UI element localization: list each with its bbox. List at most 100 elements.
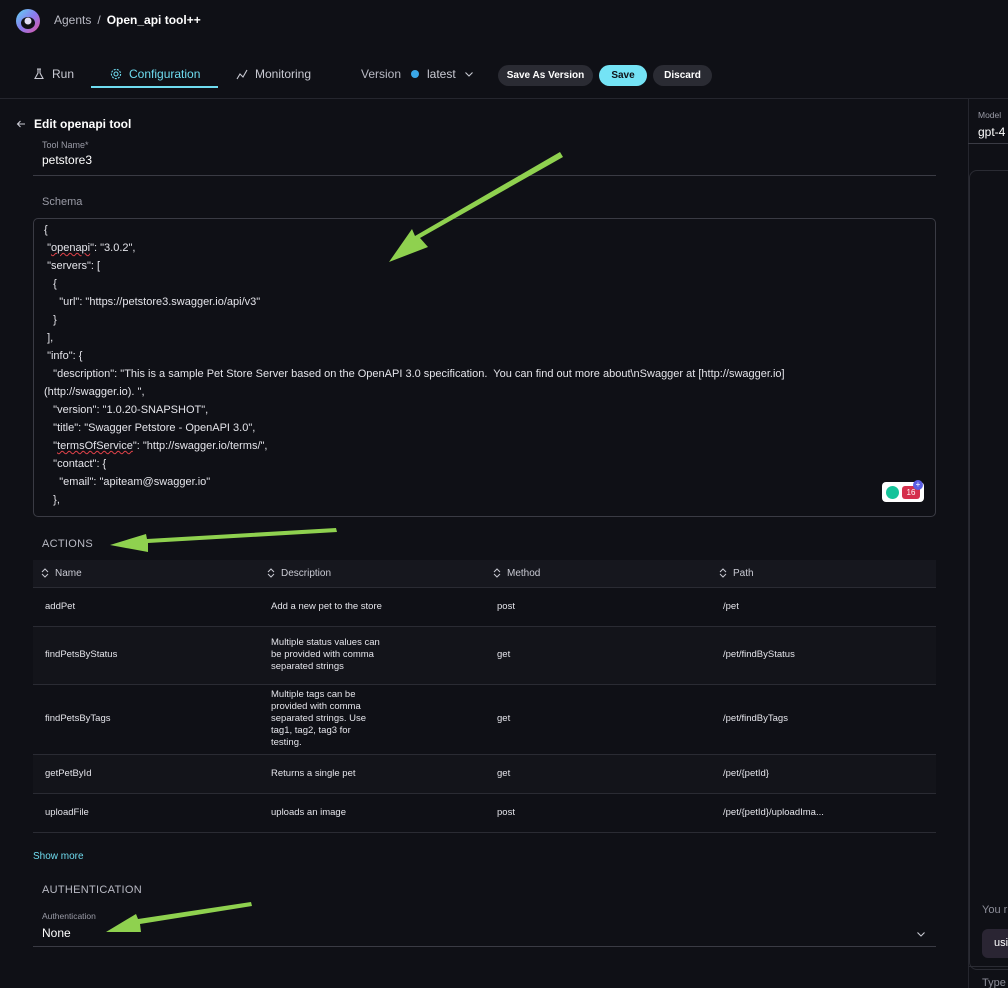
breadcrumb-separator: /: [97, 13, 101, 27]
sort-icon: [41, 568, 49, 578]
suggestion-chip[interactable]: usi: [982, 929, 1008, 958]
action-path: /pet/{petId}/uploadIma...: [711, 793, 936, 833]
table-header-row: Name Description Method Path: [33, 560, 936, 588]
action-description: uploads an image: [271, 806, 346, 818]
column-header-method-label: Method: [507, 567, 541, 579]
sort-icon: [719, 568, 727, 578]
table-row[interactable]: getPetById Returns a single pet get /pet…: [33, 754, 936, 794]
action-name: addPet: [33, 587, 259, 627]
app-logo-icon[interactable]: [15, 8, 41, 34]
show-more-link[interactable]: Show more: [33, 851, 84, 862]
column-header-path-label: Path: [733, 567, 754, 579]
action-method: post: [485, 793, 711, 833]
plus-icon[interactable]: +: [913, 480, 923, 490]
authentication-select[interactable]: None: [33, 925, 936, 947]
schema-line: ],: [44, 332, 54, 344]
action-name: findPetsByTags: [33, 684, 259, 755]
column-header-path[interactable]: Path: [711, 560, 936, 588]
tab-configuration-label: Configuration: [129, 67, 201, 81]
chat-input-divider: [969, 966, 1008, 967]
discard-button[interactable]: Discard: [653, 65, 712, 86]
authentication-label: Authentication: [42, 911, 96, 921]
action-name: uploadFile: [33, 793, 259, 833]
action-description: Multiple tags can be provided with comma…: [271, 689, 367, 748]
schema-line: "contact": {: [44, 458, 107, 470]
schema-line: "openapi": "3.0.2",: [44, 242, 136, 254]
action-description: Add a new pet to the store: [271, 600, 382, 612]
breadcrumb: Agents / Open_api tool++: [54, 13, 201, 27]
version-value: latest: [427, 67, 456, 81]
schema-line: {: [44, 278, 57, 290]
suggestion-chip-label: usi: [994, 937, 1008, 949]
arrow-left-icon: [16, 120, 25, 128]
schema-line: "email": "apiteam@swagger.io": [44, 476, 211, 488]
action-description: Returns a single pet: [271, 767, 356, 779]
column-header-name-label: Name: [55, 567, 82, 579]
chat-panel: [969, 170, 1008, 970]
schema-line: "description": "This is a sample Pet Sto…: [44, 368, 785, 380]
model-select[interactable]: gpt-4: [978, 125, 1005, 139]
chevron-down-icon: [917, 932, 925, 937]
sort-icon: [493, 568, 501, 578]
action-path: /pet: [711, 587, 936, 627]
column-header-method[interactable]: Method: [485, 560, 711, 588]
breadcrumb-agents-link[interactable]: Agents: [54, 13, 91, 27]
chat-input[interactable]: Type: [982, 977, 1006, 988]
action-name: findPetsByStatus: [33, 626, 259, 685]
save-as-version-button[interactable]: Save As Version: [498, 65, 593, 86]
action-method: post: [485, 587, 711, 627]
version-label: Version: [361, 67, 402, 81]
schema-content[interactable]: { "openapi": "3.0.2", "servers": [ { "ur…: [44, 221, 924, 509]
tab-monitoring[interactable]: Monitoring: [236, 67, 311, 81]
schema-line: "servers": [: [44, 260, 101, 272]
table-row[interactable]: findPetsByStatus Multiple status values …: [33, 626, 936, 685]
schema-line: "version": "1.0.20-SNAPSHOT",: [44, 404, 209, 416]
spellcheck-word: termsOfService: [57, 440, 133, 452]
schema-line: "termsOfService": "http://swagger.io/ter…: [44, 440, 268, 452]
authentication-section-title: AUTHENTICATION: [42, 884, 142, 896]
table-row[interactable]: uploadFile uploads an image post /pet/{p…: [33, 793, 936, 833]
column-header-description[interactable]: Description: [259, 560, 485, 588]
table-row[interactable]: findPetsByTags Multiple tags can be prov…: [33, 684, 936, 755]
tab-monitoring-label: Monitoring: [255, 67, 312, 81]
column-header-description-label: Description: [281, 567, 332, 579]
table-row[interactable]: addPet Add a new pet to the store post /…: [33, 587, 936, 627]
schema-line: "info": {: [44, 350, 83, 362]
actions-table: Name Description Method Path addPet Add …: [33, 560, 936, 833]
column-header-name[interactable]: Name: [33, 560, 259, 588]
version-select[interactable]: latest: [427, 67, 474, 81]
spellcheck-word: openapi: [50, 242, 91, 254]
active-tab-indicator: [91, 86, 218, 88]
tool-name-label: Tool Name*: [42, 140, 89, 150]
back-button[interactable]: Edit openapi tool: [16, 117, 131, 131]
sort-icon: [267, 568, 275, 578]
schema-line: }: [44, 314, 57, 326]
monitoring-icon: [236, 69, 248, 80]
annotation-arrow-actions: [110, 528, 337, 552]
chevron-down-icon: [464, 72, 473, 77]
action-path: /pet/{petId}: [711, 754, 936, 794]
schema-textarea[interactable]: { "openapi": "3.0.2", "servers": [ { "ur…: [33, 218, 936, 517]
authentication-value: None: [42, 926, 71, 940]
gear-icon: [110, 68, 122, 80]
grammarly-icon: [886, 485, 899, 499]
save-button[interactable]: Save: [599, 65, 647, 86]
header-divider: [0, 98, 1008, 99]
tab-run-label: Run: [52, 67, 75, 81]
edit-tool-title: Edit openapi tool: [34, 117, 132, 131]
top-bar: Agents / Open_api tool++: [0, 0, 1008, 44]
tab-configuration[interactable]: Configuration: [110, 67, 200, 81]
flask-icon: [34, 68, 44, 80]
tool-name-underline: [33, 175, 936, 176]
action-path: /pet/findByTags: [711, 684, 936, 755]
model-label: Model: [978, 110, 1002, 120]
breadcrumb-current: Open_api tool++: [106, 13, 201, 27]
actions-section-title: ACTIONS: [42, 538, 93, 550]
action-method: get: [485, 626, 711, 685]
schema-line: },: [44, 494, 60, 506]
schema-line: "title": "Swagger Petstore - OpenAPI 3.0…: [44, 422, 256, 434]
model-underline: [968, 143, 1008, 144]
tool-name-input[interactable]: petstore3: [42, 153, 92, 167]
tab-run[interactable]: Run: [33, 67, 74, 81]
schema-line: (http://swagger.io). ",: [44, 386, 145, 398]
